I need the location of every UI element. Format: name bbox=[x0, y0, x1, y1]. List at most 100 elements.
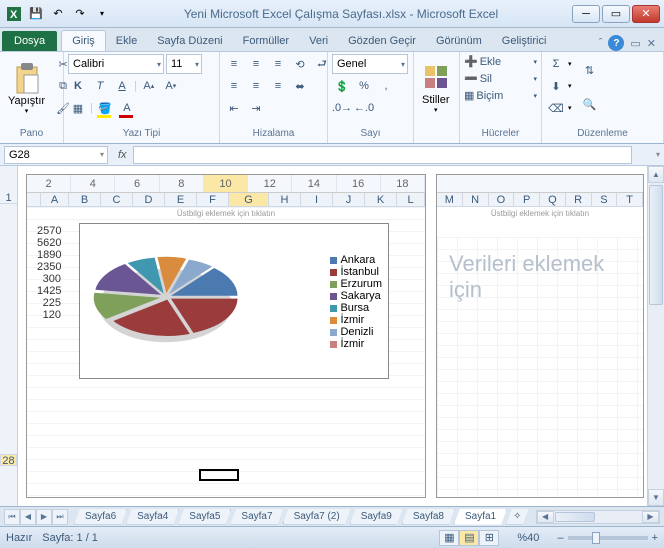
close-button[interactable]: ✕ bbox=[632, 5, 660, 23]
align-middle-icon[interactable]: ≡ bbox=[246, 54, 266, 74]
tab-view[interactable]: Görünüm bbox=[426, 31, 492, 51]
fill-icon[interactable]: ⬇ bbox=[546, 76, 566, 96]
sheet-tab[interactable]: Sayfa9 bbox=[350, 509, 403, 525]
minimize-ribbon-icon[interactable]: ˆ bbox=[599, 37, 603, 49]
font-size-combo[interactable]: 11 bbox=[166, 54, 202, 74]
currency-icon[interactable]: 💲 bbox=[332, 76, 352, 96]
col-header[interactable]: R bbox=[566, 193, 592, 207]
horizontal-scrollbar[interactable]: ◀ ▶ bbox=[536, 510, 660, 524]
sheet-tab[interactable]: Sayfa5 bbox=[178, 509, 231, 525]
help-icon[interactable]: ? bbox=[608, 35, 624, 51]
vertical-scrollbar[interactable]: ▲ ▼ bbox=[647, 166, 664, 506]
col-header[interactable]: B bbox=[69, 193, 101, 207]
excel-icon[interactable]: X bbox=[4, 4, 24, 24]
bold-button[interactable]: K bbox=[68, 76, 88, 96]
zoom-thumb[interactable] bbox=[592, 532, 600, 544]
col-header[interactable]: K bbox=[365, 193, 397, 207]
col-header[interactable]: I bbox=[301, 193, 333, 207]
styles-button[interactable]: Stiller ▾ bbox=[418, 54, 454, 124]
formula-expand-icon[interactable]: ▾ bbox=[652, 150, 664, 159]
col-header[interactable]: Q bbox=[540, 193, 566, 207]
font-name-combo[interactable]: Calibri bbox=[68, 54, 164, 74]
col-header[interactable]: E bbox=[165, 193, 197, 207]
align-bottom-icon[interactable]: ≡ bbox=[268, 54, 288, 74]
sheet-tab[interactable]: Sayfa8 bbox=[402, 509, 455, 525]
window-restore-icon[interactable]: ▭ bbox=[630, 37, 640, 50]
fx-icon[interactable]: fx bbox=[112, 149, 133, 161]
col-header[interactable]: S bbox=[592, 193, 618, 207]
tab-formulas[interactable]: Formüller bbox=[233, 31, 299, 51]
page-header-area[interactable]: Üstbilgi eklemek için tıklatın bbox=[437, 209, 643, 218]
insert-cells-button[interactable]: ➕Ekle▾ bbox=[464, 55, 537, 68]
tab-home[interactable]: Giriş bbox=[61, 30, 106, 51]
sheet-tab[interactable]: Sayfa4 bbox=[126, 509, 179, 525]
scroll-left-icon[interactable]: ◀ bbox=[537, 511, 554, 523]
normal-view-icon[interactable]: ▦ bbox=[439, 530, 459, 546]
format-cells-button[interactable]: ▦Biçim▾ bbox=[464, 89, 537, 102]
zoom-slider[interactable] bbox=[568, 536, 648, 540]
align-center-icon[interactable]: ≡ bbox=[246, 76, 266, 96]
clear-icon[interactable]: ⌫ bbox=[546, 98, 566, 118]
first-sheet-icon[interactable]: ⏮ bbox=[4, 509, 20, 525]
italic-button[interactable]: T bbox=[90, 76, 110, 96]
sheet-tab[interactable]: Sayfa7 bbox=[230, 509, 283, 525]
pie-chart[interactable]: Ankara İstanbul Erzurum Sakarya Bursa İz… bbox=[79, 223, 389, 379]
next-sheet-icon[interactable]: ▶ bbox=[36, 509, 52, 525]
orientation-icon[interactable]: ⟲ bbox=[290, 54, 310, 74]
zoom-in-icon[interactable]: + bbox=[652, 532, 658, 544]
sheet-tab[interactable]: Sayfa6 bbox=[74, 509, 127, 525]
align-left-icon[interactable]: ≡ bbox=[224, 76, 244, 96]
page-break-view-icon[interactable]: ⊞ bbox=[479, 530, 499, 546]
new-sheet-icon[interactable]: ✧ bbox=[506, 509, 528, 525]
add-data-watermark[interactable]: Verileri eklemek için bbox=[449, 251, 643, 303]
align-top-icon[interactable]: ≡ bbox=[224, 54, 244, 74]
increase-decimal-icon[interactable]: .0→ bbox=[332, 98, 352, 118]
maximize-button[interactable]: ▭ bbox=[602, 5, 630, 23]
redo-icon[interactable]: ↷ bbox=[70, 4, 90, 24]
col-header[interactable]: F bbox=[197, 193, 229, 207]
sort-filter-icon[interactable]: ⇅ bbox=[580, 54, 600, 86]
active-cell[interactable] bbox=[199, 469, 239, 481]
tab-developer[interactable]: Geliştirici bbox=[492, 31, 557, 51]
tab-file[interactable]: Dosya bbox=[2, 31, 57, 51]
scroll-thumb[interactable] bbox=[555, 512, 595, 522]
find-select-icon[interactable]: 🔍 bbox=[580, 88, 600, 120]
save-icon[interactable]: 💾 bbox=[26, 4, 46, 24]
borders-icon[interactable]: ▦ bbox=[68, 98, 88, 118]
delete-cells-button[interactable]: ➖Sil▾ bbox=[464, 72, 537, 85]
col-header[interactable]: D bbox=[133, 193, 165, 207]
align-right-icon[interactable]: ≡ bbox=[268, 76, 288, 96]
tab-pagelayout[interactable]: Sayfa Düzeni bbox=[147, 31, 232, 51]
tab-review[interactable]: Gözden Geçir bbox=[338, 31, 426, 51]
page-header-area[interactable]: Üstbilgi eklemek için tıklatın bbox=[27, 209, 425, 218]
decrease-decimal-icon[interactable]: ←.0 bbox=[354, 98, 374, 118]
col-header[interactable]: N bbox=[463, 193, 489, 207]
row-header-selected[interactable]: 28 bbox=[0, 454, 17, 466]
undo-icon[interactable]: ↶ bbox=[48, 4, 68, 24]
decrease-indent-icon[interactable]: ⇤ bbox=[224, 98, 244, 118]
name-box[interactable]: G28 bbox=[4, 146, 108, 164]
col-header[interactable]: M bbox=[437, 193, 463, 207]
col-header[interactable]: T bbox=[617, 193, 643, 207]
col-header[interactable]: J bbox=[333, 193, 365, 207]
font-color-icon[interactable]: A bbox=[117, 98, 137, 118]
page-layout-view-icon[interactable]: ▤ bbox=[459, 530, 479, 546]
tab-insert[interactable]: Ekle bbox=[106, 31, 147, 51]
col-header[interactable]: L bbox=[397, 193, 425, 207]
col-header[interactable]: H bbox=[269, 193, 301, 207]
scroll-down-icon[interactable]: ▼ bbox=[648, 489, 664, 506]
row-header[interactable]: 1 bbox=[0, 192, 17, 204]
zoom-percent[interactable]: %40 bbox=[517, 532, 539, 544]
increase-indent-icon[interactable]: ⇥ bbox=[246, 98, 266, 118]
scroll-thumb[interactable] bbox=[649, 185, 663, 305]
scroll-up-icon[interactable]: ▲ bbox=[648, 166, 664, 183]
percent-icon[interactable]: % bbox=[354, 76, 374, 96]
col-header[interactable]: C bbox=[101, 193, 133, 207]
last-sheet-icon[interactable]: ⏭ bbox=[52, 509, 68, 525]
decrease-font-icon[interactable]: A▾ bbox=[161, 76, 181, 96]
col-header[interactable]: O bbox=[489, 193, 515, 207]
col-header[interactable]: A bbox=[41, 193, 69, 207]
formula-input[interactable] bbox=[133, 146, 632, 164]
underline-button[interactable]: A bbox=[112, 76, 132, 96]
tab-data[interactable]: Veri bbox=[299, 31, 338, 51]
